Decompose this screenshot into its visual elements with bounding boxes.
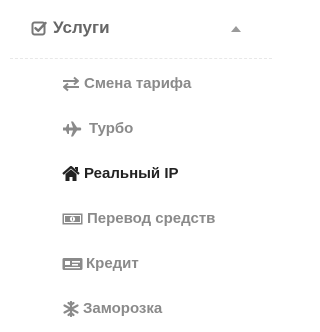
caret-up-icon[interactable] xyxy=(231,26,241,32)
menu-item-label: Смена тарифа xyxy=(84,75,192,92)
money-bill-icon xyxy=(62,213,83,225)
menu-item-fund-transfer[interactable]: Перевод средств xyxy=(0,204,272,234)
menu-item-tariff-change[interactable]: Смена тарифа xyxy=(0,69,272,99)
section-divider xyxy=(10,58,272,59)
services-menu: Услуги Смена тарифа Турбо Реальный IP Пе… xyxy=(0,0,272,332)
credit-card-icon xyxy=(62,258,83,270)
section-label: Услуги xyxy=(53,18,110,37)
airplane-icon xyxy=(63,121,82,137)
section-header-services[interactable]: Услуги xyxy=(0,0,272,58)
menu-item-label: Кредит xyxy=(86,255,139,272)
menu-item-label: Заморозка xyxy=(83,300,163,317)
menu-item-credit[interactable]: Кредит xyxy=(0,249,272,279)
snowflake-icon xyxy=(63,301,79,317)
exchange-arrows-icon xyxy=(63,76,79,92)
menu-item-label: Турбо xyxy=(89,120,134,137)
menu-item-real-ip[interactable]: Реальный IP xyxy=(0,159,272,189)
menu-item-label: Перевод средств xyxy=(87,210,216,227)
menu-item-freeze[interactable]: Заморозка xyxy=(0,294,272,324)
home-icon xyxy=(62,166,80,181)
menu-item-turbo[interactable]: Турбо xyxy=(0,114,272,144)
menu-item-label: Реальный IP xyxy=(84,165,179,182)
check-square-icon xyxy=(31,21,47,36)
